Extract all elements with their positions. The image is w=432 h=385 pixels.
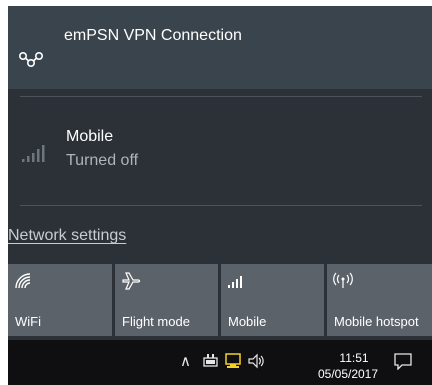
tile-label: Mobile: [228, 314, 267, 329]
mobile-network-name: Mobile: [66, 128, 114, 145]
taskbar: ∧ 11:51 05/05/2017: [8, 340, 432, 385]
network-settings-link[interactable]: Network settings: [8, 227, 126, 245]
tile-mobile[interactable]: Mobile: [221, 264, 324, 336]
clock-date[interactable]: 05/05/2017: [308, 367, 388, 381]
divider: [20, 96, 422, 97]
tile-label: Flight mode: [122, 314, 190, 329]
volume-icon[interactable]: [248, 353, 266, 369]
action-center-icon[interactable]: [393, 352, 413, 370]
tile-mobile-hotspot[interactable]: Mobile hotspot: [327, 264, 432, 336]
tile-flight-mode[interactable]: Flight mode: [115, 264, 218, 336]
hotspot-icon: [333, 272, 353, 288]
cellular-signal-icon: [228, 276, 242, 288]
tile-label: Mobile hotspot: [334, 314, 419, 329]
clock-time[interactable]: 11:51: [318, 350, 390, 366]
vpn-icon: [18, 51, 43, 68]
show-hidden-icons-icon[interactable]: ∧: [180, 352, 191, 370]
network-warning-icon[interactable]: [224, 353, 242, 369]
battery-icon[interactable]: [202, 353, 220, 369]
cellular-signal-icon: [22, 145, 45, 162]
vpn-connection-item[interactable]: emPSN VPN Connection: [8, 6, 432, 89]
tile-wifi[interactable]: WiFi: [8, 264, 112, 336]
network-flyout: emPSN VPN Connection Mobile Turned off N…: [8, 6, 432, 385]
wifi-icon: [15, 273, 31, 289]
airplane-icon: [122, 272, 141, 290]
mobile-network-status: Turned off: [66, 152, 139, 169]
tile-label: WiFi: [15, 314, 41, 329]
divider: [20, 205, 422, 206]
vpn-connection-label: emPSN VPN Connection: [64, 27, 242, 44]
